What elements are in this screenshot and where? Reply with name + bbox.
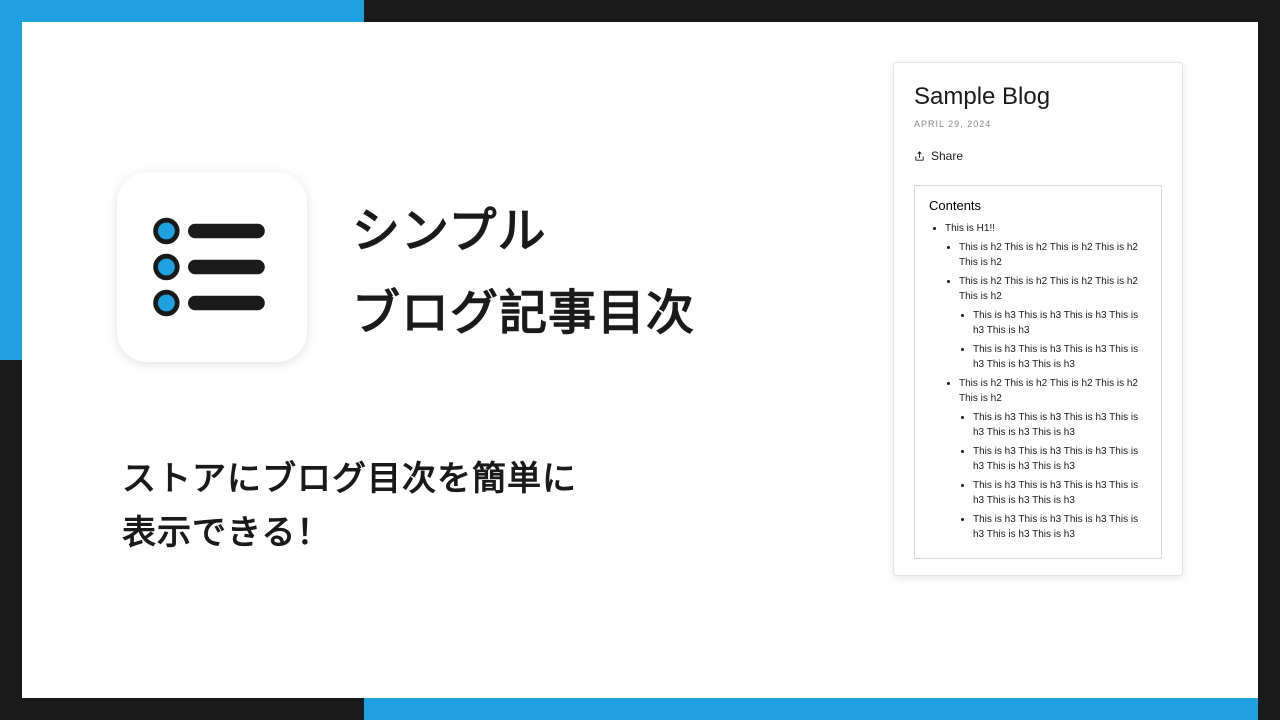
share-label: Share (931, 149, 963, 163)
toc-item[interactable]: This is h3 This is h3 This is h3 This is… (973, 444, 1147, 474)
blog-title: Sample Blog (914, 83, 1162, 111)
frame-border (1258, 0, 1280, 720)
toc-item[interactable]: This is h3 This is h3 This is h3 This is… (973, 410, 1147, 440)
hero-subtitle-line2: 表示できる！ (122, 506, 577, 560)
toc-item[interactable]: This is h3 This is h3 This is h3 This is… (973, 478, 1147, 508)
toc-box: Contents This is H1!! This is h2 This is… (914, 185, 1162, 559)
frame-border (364, 0, 1280, 22)
frame-border (0, 698, 366, 720)
frame-border (364, 698, 1258, 720)
frame-border (0, 360, 22, 720)
toc-item[interactable]: This is H1!! This is h2 This is h2 This … (945, 221, 1147, 542)
hero-subtitle-line1: ストアにブログ目次を簡単に (122, 452, 577, 506)
share-icon (914, 151, 925, 162)
hero-title-line2: ブログ記事目次 (352, 273, 695, 343)
toc-item[interactable]: This is h2 This is h2 This is h2 This is… (959, 240, 1147, 270)
frame-border (22, 0, 364, 22)
toc-item[interactable]: This is h3 This is h3 This is h3 This is… (973, 342, 1147, 372)
toc-heading: Contents (929, 198, 1147, 213)
frame-border (0, 0, 22, 360)
toc-list: This is H1!! This is h2 This is h2 This … (929, 221, 1147, 542)
hero-subtitle: ストアにブログ目次を簡単に 表示できる！ (122, 452, 577, 561)
blog-date: APRIL 29, 2024 (914, 119, 1162, 129)
hero-title-line1: シンプル (352, 191, 695, 261)
hero-titles: シンプル ブログ記事目次 (352, 191, 695, 343)
toc-item[interactable]: This is h2 This is h2 This is h2 This is… (959, 376, 1147, 542)
toc-item[interactable]: This is h3 This is h3 This is h3 This is… (973, 308, 1147, 338)
list-icon (152, 212, 272, 322)
content-area: シンプル ブログ記事目次 ストアにブログ目次を簡単に 表示できる！ Sample… (22, 22, 1258, 698)
app-logo (117, 172, 307, 362)
share-button[interactable]: Share (914, 149, 1162, 163)
hero-block: シンプル ブログ記事目次 (117, 172, 695, 362)
toc-item[interactable]: This is h2 This is h2 This is h2 This is… (959, 274, 1147, 372)
toc-item[interactable]: This is h3 This is h3 This is h3 This is… (973, 512, 1147, 542)
blog-preview-card: Sample Blog APRIL 29, 2024 Share Content… (893, 62, 1183, 576)
